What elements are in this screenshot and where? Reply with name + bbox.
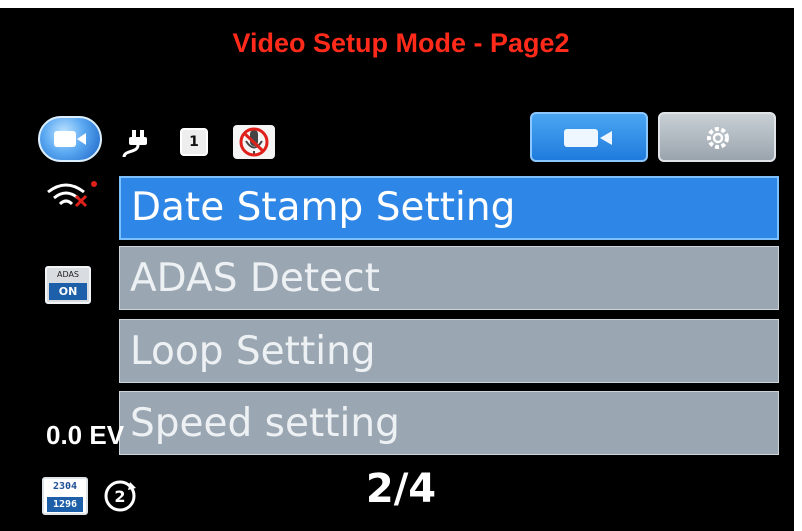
tab-video[interactable] [530,112,648,162]
menu-item-adas-detect[interactable]: ADAS Detect [119,246,779,310]
adas-status-badge: ADAS ON [45,266,91,304]
power-plug-icon [122,130,147,158]
top-border [0,0,802,8]
video-camera-icon [564,129,598,147]
tab-setup[interactable] [658,112,776,162]
menu-item-loop-setting[interactable]: Loop Setting [119,319,779,383]
exposure-value: 0.0 EV [46,420,125,450]
mic-muted-icon [233,125,275,159]
gear-icon [707,127,729,149]
menu-item-speed-setting[interactable]: Speed setting [119,391,779,455]
page-indicator: 2/4 [365,466,437,512]
page-title: Video Setup Mode - Page2 [232,28,570,58]
menu-item-date-stamp-setting[interactable]: Date Stamp Setting [119,176,779,240]
video-mode-icon [38,116,102,162]
wifi-off-icon [47,181,97,208]
right-border [794,0,802,531]
sd-card-icon: 1 [180,128,208,156]
